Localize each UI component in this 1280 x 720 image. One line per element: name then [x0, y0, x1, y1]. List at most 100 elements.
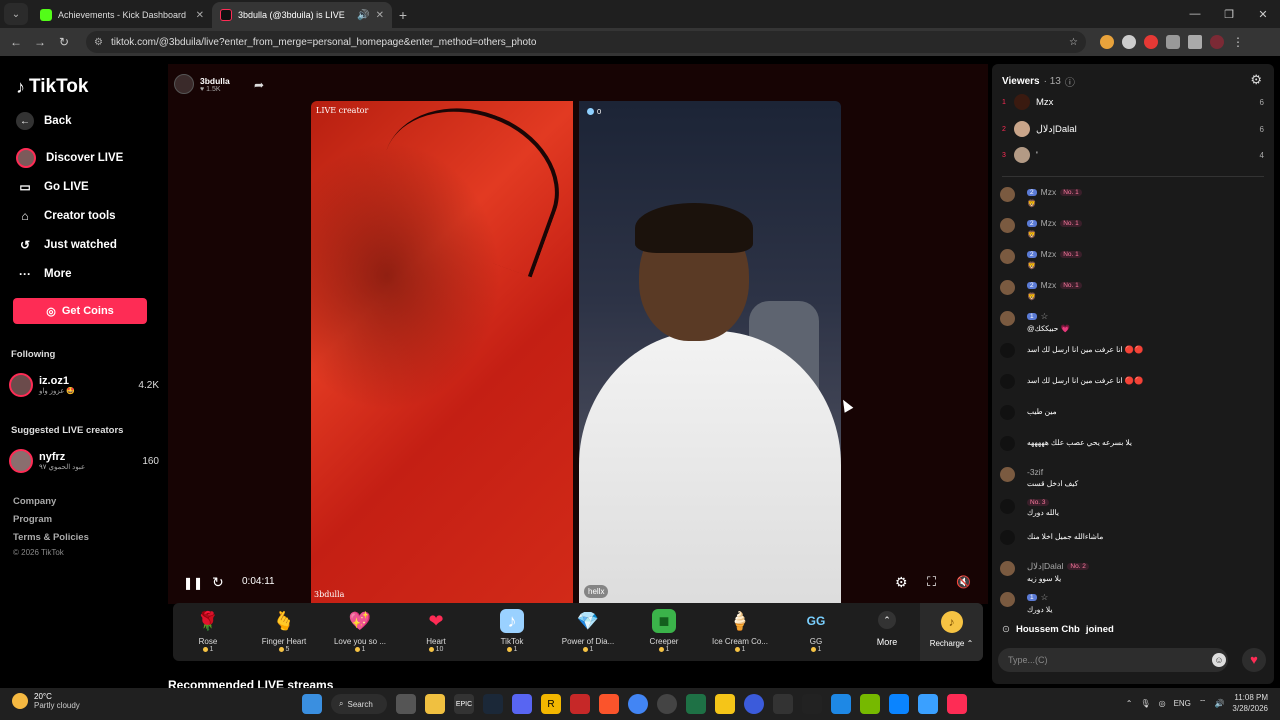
taskbar-search[interactable]: ⌕ Search	[331, 694, 387, 714]
top-viewer-row[interactable]: 2 دلال|Dalal 6	[1002, 120, 1264, 138]
close-tab-icon[interactable]: ✕	[196, 10, 204, 21]
avatar[interactable]	[1000, 436, 1015, 451]
avatar[interactable]	[1000, 187, 1015, 202]
extension-icon[interactable]	[1100, 35, 1114, 49]
message-author[interactable]: -3zif	[1027, 467, 1043, 477]
nvidia-icon[interactable]	[860, 694, 880, 714]
gift-tiktok[interactable]: ♪ TikTok 1	[477, 609, 547, 653]
discord-icon[interactable]	[512, 694, 532, 714]
footer-link-company[interactable]: Company	[13, 496, 56, 507]
gift-power-of-diamond[interactable]: 💎 Power of Dia... 1	[553, 609, 623, 653]
sidebar-item-just-watched[interactable]: ↺ Just watched	[16, 236, 117, 254]
task-view-icon[interactable]	[396, 694, 416, 714]
shield-icon[interactable]	[1122, 35, 1136, 49]
avatar[interactable]	[1000, 280, 1015, 295]
speaker-icon[interactable]: 🔊	[357, 10, 369, 21]
clock[interactable]: 11:08 PM 3/28/2026	[1232, 692, 1268, 714]
fullscreen-icon[interactable]: ⛶	[927, 574, 936, 590]
chat-message[interactable]: يلا بسرعه يحي عصب علك هههههه	[1000, 436, 1266, 451]
avatar[interactable]	[1000, 218, 1015, 233]
app-icon[interactable]	[570, 694, 590, 714]
gift-love-you[interactable]: 💖 Love you so ... 1	[325, 609, 395, 653]
chat-input[interactable]	[998, 648, 1228, 672]
tab-search-button[interactable]: ⌄	[4, 3, 28, 25]
tab-kick[interactable]: Achievements - Kick Dashboard ✕	[32, 2, 212, 28]
chat-settings-gear-icon[interactable]: ⚙	[1250, 72, 1262, 88]
puzzle-icon[interactable]	[1166, 35, 1180, 49]
avatar[interactable]	[1000, 467, 1015, 482]
wifi-icon[interactable]: ⌔	[1199, 698, 1207, 708]
gift-ice-cream[interactable]: 🍦 Ice Cream Co... 1	[705, 609, 775, 653]
address-bar[interactable]: ⚙ tiktok.com/@3bduila/live?enter_from_me…	[86, 31, 1086, 53]
chat-message[interactable]: -3zif كيف ادخل قست	[1000, 467, 1266, 488]
refresh-icon[interactable]: ↻	[212, 574, 224, 591]
joined-user[interactable]: Houssem Chb	[1016, 624, 1080, 635]
close-tab-icon[interactable]: ✕	[376, 10, 384, 21]
share-icon[interactable]: ➦	[254, 78, 264, 92]
host-info[interactable]: 3bdulla ♥ 1.5K	[174, 74, 230, 94]
chat-message[interactable]: 1 ☆ @حبيككك 💗	[1000, 311, 1266, 333]
pause-icon[interactable]: ❚❚	[183, 576, 203, 590]
chrome-icon[interactable]	[628, 694, 648, 714]
brave-icon[interactable]	[599, 694, 619, 714]
network-icon[interactable]: ◎	[1159, 699, 1166, 708]
message-author[interactable]: ☆	[1041, 311, 1049, 322]
message-author[interactable]: Mzx	[1041, 218, 1057, 228]
extension-icon[interactable]	[1144, 35, 1158, 49]
chat-message[interactable]: 2 Mzx No. 1 🦁	[1000, 218, 1266, 239]
site-info-icon[interactable]: ⚙	[94, 37, 103, 48]
avatar[interactable]	[1000, 561, 1015, 576]
emoji-icon[interactable]: ☺	[1212, 653, 1226, 667]
epic-games-icon[interactable]: EPIC	[454, 694, 474, 714]
new-tab-button[interactable]: +	[392, 4, 414, 26]
close-window-icon[interactable]: ✕	[1246, 8, 1280, 21]
github-icon[interactable]	[657, 694, 677, 714]
reload-icon[interactable]: ↻	[52, 35, 76, 49]
avatar[interactable]	[1000, 311, 1015, 326]
bookmark-star-icon[interactable]: ☆	[1069, 37, 1078, 48]
chat-message[interactable]: 2 Mzx No. 1 🦁	[1000, 280, 1266, 301]
settings-gear-icon[interactable]: ⚙	[895, 574, 908, 591]
chat-message[interactable]: 1 ☆ يلا دورك	[1000, 592, 1266, 614]
get-coins-button[interactable]: ◎ Get Coins	[13, 298, 147, 324]
guest-video-panel[interactable]: 0 hellx	[579, 101, 841, 603]
message-author[interactable]: Mzx	[1041, 187, 1057, 197]
avatar[interactable]	[1000, 499, 1015, 514]
app-icon[interactable]	[918, 694, 938, 714]
top-viewer-row[interactable]: 3 ' 4	[1002, 146, 1264, 164]
sidebar-item-creator-tools[interactable]: ⌂ Creator tools	[16, 207, 115, 225]
chat-message[interactable]: انا عرفت مين انا ارسل لك اسد 🔴🔴	[1000, 374, 1266, 389]
avatar[interactable]	[1000, 374, 1015, 389]
kebab-menu-icon[interactable]: ⋮	[1232, 35, 1244, 49]
chevron-up-icon[interactable]: ⌃	[1126, 699, 1133, 708]
avatar[interactable]	[1000, 530, 1015, 545]
microphone-icon[interactable]: 🎙	[1140, 699, 1150, 708]
steam-icon[interactable]	[483, 694, 503, 714]
file-explorer-icon[interactable]	[425, 694, 445, 714]
message-author[interactable]: ☆	[1041, 592, 1049, 603]
tab-tiktok[interactable]: 3bdulla (@3bduila) is LIVE 🔊 ✕	[212, 2, 392, 28]
rockstar-icon[interactable]: R	[541, 694, 561, 714]
like-heart-icon[interactable]: ♥	[1242, 648, 1266, 672]
avatar[interactable]	[1000, 343, 1015, 358]
following-user[interactable]: iz.oz1 عزوز واو 🤩 4.2K	[9, 371, 159, 399]
gift-heart[interactable]: ❤ Heart 10	[401, 609, 471, 653]
sidebar-item-go-live[interactable]: ▭ Go LIVE	[16, 178, 88, 196]
creator-video-panel[interactable]: LIVE creator 3bdulla	[311, 101, 573, 603]
message-author[interactable]: Mzx	[1041, 249, 1057, 259]
app-icon[interactable]	[831, 694, 851, 714]
chat-message[interactable]: انا عرفت مين انا ارسل لك اسد 🔴🔴	[1000, 343, 1266, 358]
gift-rose[interactable]: 🌹 Rose 1	[173, 609, 243, 653]
app-icon[interactable]	[802, 694, 822, 714]
recharge-button[interactable]: ♪ Recharge ⌃	[920, 603, 983, 661]
volume-icon[interactable]: 🔊	[1214, 699, 1224, 708]
back-button[interactable]: ← Back	[16, 112, 72, 130]
sidebar-item-discover-live[interactable]: Discover LIVE	[16, 148, 123, 168]
gift-gg[interactable]: GG GG 1	[781, 609, 851, 653]
chat-message[interactable]: مين طيب	[1000, 405, 1266, 420]
app-icon[interactable]	[715, 694, 735, 714]
windows-start-icon[interactable]	[302, 694, 322, 714]
more-gifts-button[interactable]: ⌃ More	[873, 611, 901, 647]
app-icon[interactable]	[773, 694, 793, 714]
viewers-header[interactable]: Viewers · 13 ⓘ	[1002, 74, 1075, 89]
